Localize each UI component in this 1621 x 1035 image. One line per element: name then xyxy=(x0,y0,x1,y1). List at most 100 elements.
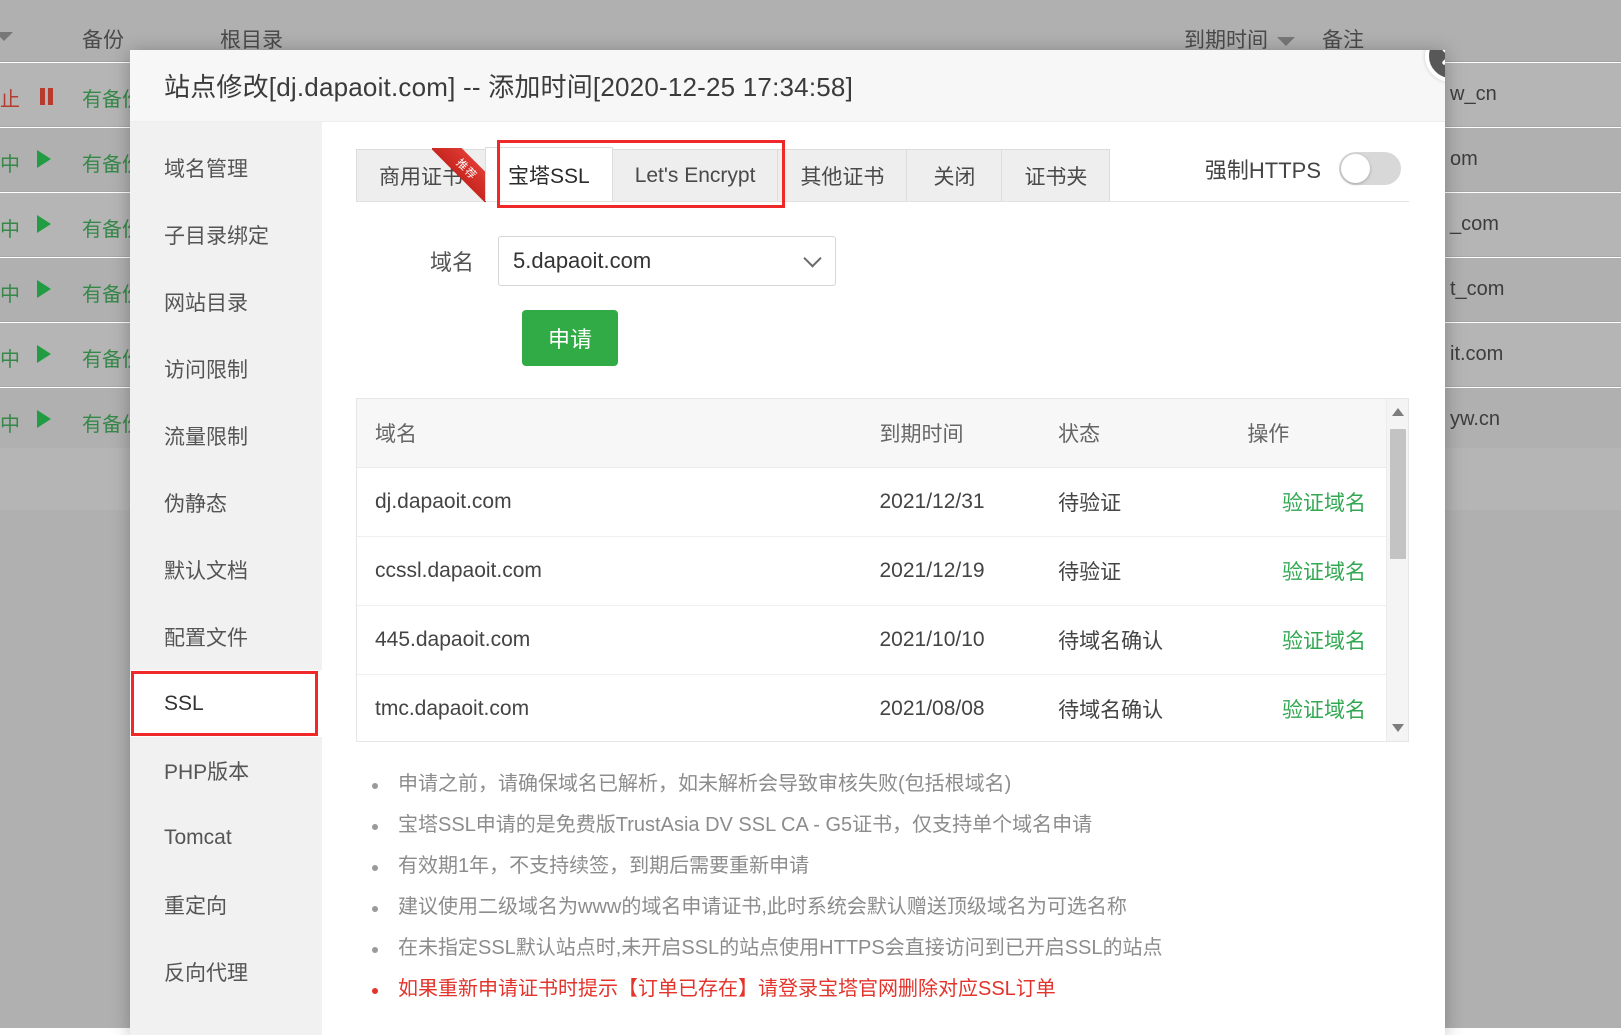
sidebar-item-label: 流量限制 xyxy=(164,421,248,451)
apply-row: 申请 xyxy=(356,310,1409,366)
tab-label: 其他证书 xyxy=(800,161,884,191)
row-domain: t_com xyxy=(1450,278,1504,301)
col-state: 状态 xyxy=(1040,399,1229,468)
table-row: dj.dapaoit.com 2021/12/31 待验证 验证域名 xyxy=(357,468,1408,537)
cell-state: 待域名确认 xyxy=(1040,675,1229,743)
col-expire: 到期时间 xyxy=(861,399,1040,468)
row-domain: _com xyxy=(1450,213,1499,236)
verify-domain-link[interactable]: 验证域名 xyxy=(1282,699,1366,722)
cell-state: 待域名确认 xyxy=(1040,606,1229,675)
row-status: 止 xyxy=(0,83,20,112)
tab-label: 商用证书 xyxy=(379,161,463,191)
cell-domain: dj.dapaoit.com xyxy=(357,468,861,537)
site-edit-dialog: 站点修改[dj.dapaoit.com] -- 添加时间[2020-12-25 … xyxy=(130,50,1445,1035)
tab-lets-encrypt[interactable]: Let's Encrypt xyxy=(612,149,779,201)
verify-domain-link[interactable]: 验证域名 xyxy=(1282,492,1366,515)
tab-label: 关闭 xyxy=(933,161,975,191)
cell-domain: 445.dapaoit.com xyxy=(357,606,861,675)
sidebar-item-label: 伪静态 xyxy=(164,488,227,518)
scroll-down-icon[interactable] xyxy=(1387,717,1408,739)
column-backup[interactable]: 备份 xyxy=(82,24,124,54)
domain-form-row: 域名 5.dapaoit.com xyxy=(356,236,1409,286)
row-status: 中 xyxy=(0,408,20,437)
table-header-row: 域名 到期时间 状态 操作 xyxy=(357,399,1408,468)
play-icon[interactable] xyxy=(34,215,51,238)
tab-label: 证书夹 xyxy=(1024,161,1087,191)
list-item: 宝塔SSL申请的是免费版TrustAsia DV SSL CA - G5证书，仅… xyxy=(364,805,1409,846)
cell-domain: ccssl.dapaoit.com xyxy=(357,537,861,606)
cert-order-table: 域名 到期时间 状态 操作 dj.dapaoit.com 2021/12/31 … xyxy=(356,398,1409,742)
tab-commercial-cert[interactable]: 商用证书 推荐 xyxy=(356,149,486,201)
tab-cert-folder[interactable]: 证书夹 xyxy=(1001,149,1110,201)
sidebar-item-label: 域名管理 xyxy=(164,153,248,183)
force-https-group: 强制HTTPS xyxy=(1205,152,1401,185)
table-row: ccssl.dapaoit.com 2021/12/19 待验证 验证域名 xyxy=(357,537,1408,606)
scroll-up-icon[interactable] xyxy=(1387,401,1408,423)
play-icon[interactable] xyxy=(34,345,51,368)
sidebar-item-label: 访问限制 xyxy=(164,354,248,384)
row-domain: om xyxy=(1450,148,1478,171)
row-domain: w_cn xyxy=(1450,83,1497,106)
force-https-toggle[interactable] xyxy=(1339,152,1401,185)
table-row: 445.dapaoit.com 2021/10/10 待域名确认 验证域名 xyxy=(357,606,1408,675)
sidebar-item-site-dir[interactable]: 网站目录 xyxy=(130,268,322,335)
list-item: 在未指定SSL默认站点时,未开启SSL的站点使用HTTPS会直接访问到已开启SS… xyxy=(364,928,1409,969)
domain-select-value: 5.dapaoit.com xyxy=(513,248,651,274)
play-icon[interactable] xyxy=(34,150,51,173)
sidebar-item-redirect[interactable]: 重定向 xyxy=(130,871,322,938)
verify-domain-link[interactable]: 验证域名 xyxy=(1282,561,1366,584)
sidebar-item-label: 重定向 xyxy=(164,890,227,920)
sidebar-item-domain-manage[interactable]: 域名管理 xyxy=(130,134,322,201)
row-domain: it.com xyxy=(1450,343,1503,366)
dialog-sidebar: 域名管理 子目录绑定 网站目录 访问限制 流量限制 伪静态 默认文档 配置文件 … xyxy=(130,122,322,1035)
verify-domain-link[interactable]: 验证域名 xyxy=(1282,630,1366,653)
row-status: 中 xyxy=(0,213,20,242)
cell-expire: 2021/12/19 xyxy=(861,537,1040,606)
sort-caret-left[interactable] xyxy=(0,24,13,48)
sidebar-item-label: 子目录绑定 xyxy=(164,220,269,250)
sidebar-item-config-file[interactable]: 配置文件 xyxy=(130,603,322,670)
cert-tab-bar: 商用证书 推荐 宝塔SSL Let's Encrypt 其他证书 关闭 证书夹 … xyxy=(356,144,1409,202)
tab-bt-ssl[interactable]: 宝塔SSL xyxy=(485,147,613,201)
sidebar-item-ssl[interactable]: SSL xyxy=(130,670,322,737)
sidebar-item-label: SSL xyxy=(164,692,204,716)
play-icon[interactable] xyxy=(34,280,51,303)
tab-label: 宝塔SSL xyxy=(508,160,590,190)
row-domain: yw.cn xyxy=(1450,408,1500,431)
cell-expire: 2021/12/31 xyxy=(861,468,1040,537)
sidebar-item-reverse-proxy[interactable]: 反向代理 xyxy=(130,938,322,1005)
list-item: 申请之前，请确保域名已解析，如未解析会导致审核失败(包括根域名) xyxy=(364,764,1409,805)
sidebar-item-access-limit[interactable]: 访问限制 xyxy=(130,335,322,402)
cell-state: 待验证 xyxy=(1040,537,1229,606)
table-scrollbar[interactable] xyxy=(1386,399,1408,741)
pause-icon[interactable] xyxy=(36,85,53,108)
chevron-down-icon xyxy=(803,249,821,267)
cell-domain: tmc.dapaoit.com xyxy=(357,675,861,743)
apply-button[interactable]: 申请 xyxy=(522,310,618,366)
force-https-label: 强制HTTPS xyxy=(1205,153,1321,185)
tab-other-cert[interactable]: 其他证书 xyxy=(777,149,907,201)
play-icon[interactable] xyxy=(34,410,51,433)
sidebar-item-subdir-bind[interactable]: 子目录绑定 xyxy=(130,201,322,268)
row-status: 中 xyxy=(0,343,20,372)
sidebar-item-tomcat[interactable]: Tomcat xyxy=(130,804,322,871)
scrollbar-thumb[interactable] xyxy=(1390,429,1406,559)
col-action: 操作 xyxy=(1229,399,1408,468)
domain-select[interactable]: 5.dapaoit.com xyxy=(498,236,836,286)
selection-highlight xyxy=(131,671,318,736)
sidebar-item-default-doc[interactable]: 默认文档 xyxy=(130,536,322,603)
dialog-title: 站点修改[dj.dapaoit.com] -- 添加时间[2020-12-25 … xyxy=(130,50,1445,122)
row-status: 中 xyxy=(0,148,20,177)
sidebar-item-label: 反向代理 xyxy=(164,957,248,987)
sidebar-item-label: 配置文件 xyxy=(164,622,248,652)
sidebar-item-label: 网站目录 xyxy=(164,287,248,317)
table-row: tmc.dapaoit.com 2021/08/08 待域名确认 验证域名 xyxy=(357,675,1408,743)
sidebar-item-label: 默认文档 xyxy=(164,555,248,585)
col-domain: 域名 xyxy=(357,399,861,468)
sidebar-item-rewrite[interactable]: 伪静态 xyxy=(130,469,322,536)
cell-expire: 2021/10/10 xyxy=(861,606,1040,675)
sidebar-item-traffic-limit[interactable]: 流量限制 xyxy=(130,402,322,469)
sidebar-item-php-version[interactable]: PHP版本 xyxy=(130,737,322,804)
tab-label: Let's Encrypt xyxy=(635,164,756,188)
tab-close-ssl[interactable]: 关闭 xyxy=(906,149,1002,201)
